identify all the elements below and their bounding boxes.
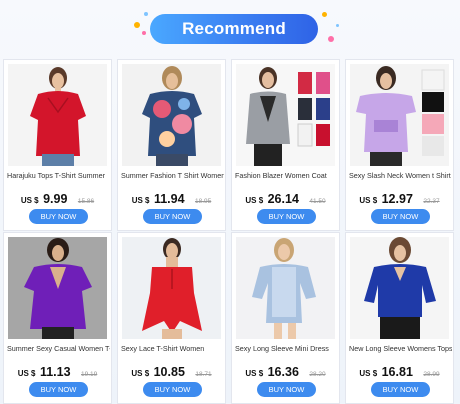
buy-now-button[interactable]: BUY NOW [257, 382, 316, 397]
current-price: 11.13 [39, 365, 71, 379]
currency-label: US $ [245, 196, 264, 205]
product-title[interactable]: Harajuku Tops T-Shirt Summer [7, 171, 110, 180]
buy-now-button[interactable]: BUY NOW [29, 209, 88, 224]
product-title[interactable]: Sexy Slash Neck Women t Shirt [349, 171, 452, 180]
decor-dot [328, 36, 334, 42]
original-price: 19.19 [81, 371, 98, 378]
product-image[interactable] [8, 237, 107, 339]
currency-label: US $ [17, 369, 36, 378]
product-card[interactable]: Fashion Blazer Women Coat US $ 26.14 41.… [231, 59, 340, 231]
product-title[interactable]: Summer Sexy Casual Women T- [7, 344, 110, 353]
product-card[interactable]: Harajuku Tops T-Shirt Summer US $ 9.99 1… [3, 59, 112, 231]
decor-dot [134, 22, 140, 28]
price-row: US $ 9.99 15.86 [4, 190, 111, 208]
current-price: 16.81 [381, 365, 413, 379]
product-card[interactable]: Sexy Lace T-Shirt Women US $ 10.85 18.71… [117, 232, 226, 404]
product-card[interactable]: Summer Sexy Casual Women T- US $ 11.13 1… [3, 232, 112, 404]
product-image[interactable] [350, 64, 449, 166]
decor-dot [336, 24, 339, 27]
currency-label: US $ [131, 369, 150, 378]
buy-now-button[interactable]: BUY NOW [257, 209, 316, 224]
price-row: US $ 26.14 41.50 [232, 190, 339, 208]
product-image[interactable] [122, 64, 221, 166]
current-price: 16.36 [267, 365, 299, 379]
original-price: 18.95 [195, 198, 212, 205]
current-price: 11.94 [153, 192, 185, 206]
product-title[interactable]: New Long Sleeve Womens Tops [349, 344, 452, 353]
current-price: 9.99 [43, 192, 68, 206]
price-row: US $ 12.97 22.37 [346, 190, 453, 208]
buy-now-button[interactable]: BUY NOW [371, 382, 430, 397]
price-row: US $ 16.81 28.99 [346, 363, 453, 381]
product-image[interactable] [8, 64, 107, 166]
currency-label: US $ [359, 196, 378, 205]
product-image[interactable] [236, 237, 335, 339]
product-card[interactable]: Sexy Long Sleeve Mini Dress US $ 16.36 2… [231, 232, 340, 404]
product-card[interactable]: Summer Fashion T Shirt Women US $ 11.94 … [117, 59, 226, 231]
product-image[interactable] [236, 64, 335, 166]
original-price: 15.86 [77, 198, 95, 205]
decor-dot [142, 31, 146, 35]
product-title[interactable]: Fashion Blazer Women Coat [235, 171, 338, 180]
original-price: 41.50 [309, 198, 326, 205]
price-row: US $ 11.13 19.19 [4, 363, 111, 381]
product-title[interactable]: Summer Fashion T Shirt Women [121, 171, 224, 180]
decor-dot [322, 12, 327, 17]
current-price: 10.85 [153, 365, 185, 379]
current-price: 26.14 [267, 192, 299, 206]
currency-label: US $ [245, 369, 264, 378]
original-price: 28.20 [309, 371, 326, 378]
price-row: US $ 11.94 18.95 [118, 190, 225, 208]
buy-now-button[interactable]: BUY NOW [371, 209, 430, 224]
original-price: 18.71 [195, 371, 212, 378]
decor-dot [144, 12, 148, 16]
price-row: US $ 16.36 28.20 [232, 363, 339, 381]
page-title: Recommend [182, 19, 286, 38]
product-card[interactable]: New Long Sleeve Womens Tops US $ 16.81 2… [345, 232, 454, 404]
buy-now-button[interactable]: BUY NOW [143, 382, 202, 397]
product-title[interactable]: Sexy Long Sleeve Mini Dress [235, 344, 338, 353]
buy-now-button[interactable]: BUY NOW [143, 209, 202, 224]
buy-now-button[interactable]: BUY NOW [29, 382, 88, 397]
currency-label: US $ [131, 196, 150, 205]
currency-label: US $ [20, 196, 39, 205]
original-price: 22.37 [423, 198, 440, 205]
product-image[interactable] [122, 237, 221, 339]
recommend-banner: Recommend [0, 0, 460, 56]
product-image[interactable] [350, 237, 449, 339]
product-card[interactable]: Sexy Slash Neck Women t Shirt US $ 12.97… [345, 59, 454, 231]
original-price: 28.99 [423, 371, 440, 378]
product-title[interactable]: Sexy Lace T-Shirt Women [121, 344, 224, 353]
recommend-header: Recommend [150, 14, 318, 44]
price-row: US $ 10.85 18.71 [118, 363, 225, 381]
current-price: 12.97 [381, 192, 413, 206]
currency-label: US $ [359, 369, 378, 378]
